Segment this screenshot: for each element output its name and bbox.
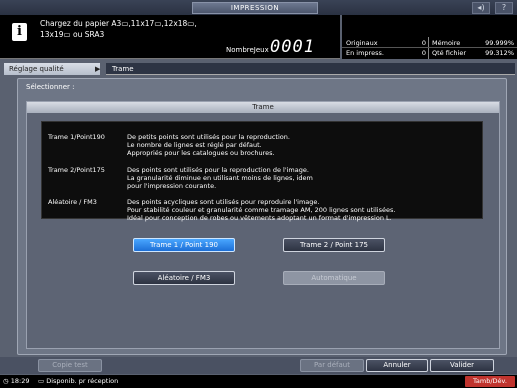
section-title: Trame <box>27 102 499 113</box>
select-label: Sélectionner : <box>26 83 75 91</box>
description-line: pour l'impression courante. <box>127 182 217 190</box>
description-line: Appropriés pour les catalogues ou brochu… <box>127 149 275 157</box>
stats-row-divider <box>342 47 517 48</box>
drum-developer-alert[interactable]: Tamb/Dév. <box>465 376 515 387</box>
file-qty-stat: Qté fichier 99.312% <box>432 48 516 58</box>
message-panel: i Chargez du papier A3▭,11x17▭,12x18▭, 1… <box>0 15 340 59</box>
printing-value: 0 <box>421 49 426 57</box>
file-qty-value: 99.312% <box>485 49 514 57</box>
file-qty-label: Qté fichier <box>432 49 466 57</box>
breadcrumb-parent-label: Réglage qualité <box>9 65 64 73</box>
description-name: Trame 2/Point175 <box>48 166 105 174</box>
document-icon: ▭ <box>38 377 45 385</box>
title-bar: IMPRESSION ◂) ? <box>0 0 517 15</box>
time-text: 18:29 <box>10 377 30 385</box>
main-panel: Sélectionner : Trame Trame 1/Point190 De… <box>17 78 507 355</box>
screen2-point175-button[interactable]: Trame 2 / Point 175 <box>283 238 385 252</box>
info-icon: i <box>12 23 27 41</box>
status-header-area <box>342 15 517 37</box>
description-line: Idéal pour conception de robes ou vêteme… <box>127 214 392 222</box>
volume-icon[interactable]: ◂) <box>472 2 490 14</box>
stats-panel: Originaux 0 Mémoire 99.999% En impress. … <box>342 37 517 59</box>
default-button[interactable]: Par défaut <box>300 359 364 372</box>
description-line: Le nombre de lignes est réglé par défaut… <box>127 141 262 149</box>
description-name: Trame 1/Point190 <box>48 133 105 141</box>
screen1-point190-button[interactable]: Trame 1 / Point 190 <box>133 238 235 252</box>
message-line-1: Chargez du papier A3▭,11x17▭,12x18▭, <box>40 19 197 28</box>
description-line: Pour stabilité couleur et granularité co… <box>127 206 396 214</box>
cancel-button[interactable]: Annuler <box>366 359 428 372</box>
automatic-button[interactable]: Automatique <box>283 271 385 285</box>
clock: ◷ 18:29 <box>3 375 29 388</box>
copy-count-value: 0001 <box>270 37 315 57</box>
breadcrumb-quality-adjust[interactable]: Réglage qualité <box>4 63 100 75</box>
drum-alert-text: Tamb/Dév. <box>473 377 507 385</box>
ok-button[interactable]: Valider <box>430 359 494 372</box>
description-line: Des points acycliques sont utilisés pour… <box>127 198 320 206</box>
stats-divider <box>428 37 429 59</box>
description-line: La granularité diminue en utilisant moin… <box>127 174 313 182</box>
window-title: IMPRESSION <box>192 2 318 14</box>
clock-icon: ◷ <box>3 377 9 385</box>
printing-stat: En impress. 0 <box>346 48 428 58</box>
description-box: Trame 1/Point190 De petits points sont u… <box>41 121 483 222</box>
message-line-2: 13x19▭ ou SRA3 <box>40 30 105 39</box>
breadcrumb-current: Trame <box>106 63 515 75</box>
stochastic-fm3-button[interactable]: Aléatoire / FM3 <box>133 271 235 285</box>
status-bar: ◷ 18:29 ▭ Disponib. pr réception Tamb/Dé… <box>0 375 517 388</box>
breadcrumb: Réglage qualité ▶ Trame <box>2 63 515 75</box>
proof-copy-button[interactable]: Copie test <box>38 359 102 372</box>
printing-label: En impress. <box>346 49 384 57</box>
availability-text: Disponib. pr réception <box>46 377 119 385</box>
copy-count-label: NombreJeux <box>226 46 269 54</box>
screen-panel: Trame Trame 1/Point190 De petits points … <box>26 101 500 349</box>
description-line: Des points sont utilisés pour la reprodu… <box>127 166 309 174</box>
help-icon[interactable]: ? <box>495 2 513 14</box>
originals-label: Originaux <box>346 39 378 47</box>
memory-label: Mémoire <box>432 39 461 47</box>
description-name: Aléatoire / FM3 <box>48 198 97 206</box>
availability-status: ▭ Disponib. pr réception <box>38 375 118 388</box>
action-bar: Copie test Par défaut Annuler Valider <box>0 357 517 374</box>
description-line: De petits points sont utilisés pour la r… <box>127 133 290 141</box>
chevron-right-icon: ▶ <box>95 65 101 73</box>
